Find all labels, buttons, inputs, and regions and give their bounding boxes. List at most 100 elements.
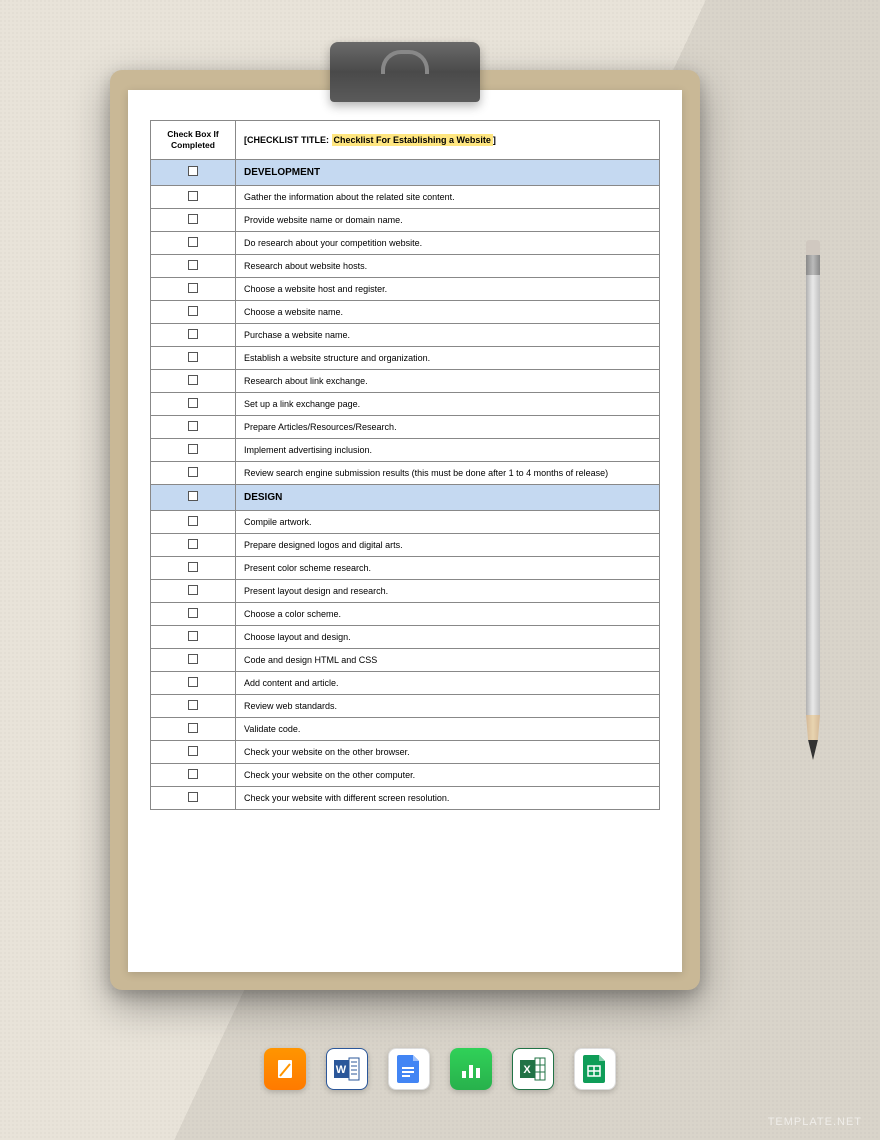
checkbox-cell (151, 232, 236, 255)
checkbox-icon[interactable] (188, 444, 198, 454)
item-text: Choose a website name. (236, 301, 660, 324)
checkbox-icon[interactable] (188, 746, 198, 756)
svg-text:X: X (523, 1064, 531, 1076)
checkbox-icon[interactable] (188, 352, 198, 362)
table-row: Gather the information about the related… (151, 186, 660, 209)
checkbox-cell (151, 255, 236, 278)
checkbox-icon[interactable] (188, 539, 198, 549)
checkbox-cell (151, 324, 236, 347)
item-text: Research about link exchange. (236, 370, 660, 393)
item-text: Review search engine submission results … (236, 462, 660, 485)
google-docs-icon[interactable] (388, 1048, 430, 1090)
item-text: Review web standards. (236, 695, 660, 718)
checkbox-cell (151, 534, 236, 557)
word-icon[interactable]: W (326, 1048, 368, 1090)
table-row: Choose a website name. (151, 301, 660, 324)
table-row: Present layout design and research. (151, 580, 660, 603)
pages-icon[interactable] (264, 1048, 306, 1090)
checkbox-cell (151, 764, 236, 787)
table-header-row: Check Box If Completed[CHECKLIST TITLE: … (151, 121, 660, 160)
item-text: Present color scheme research. (236, 557, 660, 580)
checkbox-cell (151, 626, 236, 649)
google-sheets-icon[interactable] (574, 1048, 616, 1090)
checkbox-icon[interactable] (188, 329, 198, 339)
checkbox-icon[interactable] (188, 191, 198, 201)
section-checkbox-cell (151, 485, 236, 511)
checkbox-icon[interactable] (188, 283, 198, 293)
checkbox-icon[interactable] (188, 237, 198, 247)
checkbox-icon[interactable] (188, 769, 198, 779)
checkbox-cell (151, 278, 236, 301)
checkbox-cell (151, 301, 236, 324)
checkbox-icon[interactable] (188, 585, 198, 595)
excel-icon[interactable]: X (512, 1048, 554, 1090)
item-text: Provide website name or domain name. (236, 209, 660, 232)
section-name: DEVELOPMENT (236, 160, 660, 186)
table-row: Provide website name or domain name. (151, 209, 660, 232)
clipboard: Check Box If Completed[CHECKLIST TITLE: … (110, 70, 700, 990)
table-row: Validate code. (151, 718, 660, 741)
checkbox-cell (151, 347, 236, 370)
table-row: Review web standards. (151, 695, 660, 718)
checkbox-icon[interactable] (188, 516, 198, 526)
item-text: Set up a link exchange page. (236, 393, 660, 416)
checkbox-cell (151, 603, 236, 626)
table-row: Establish a website structure and organi… (151, 347, 660, 370)
table-row: Purchase a website name. (151, 324, 660, 347)
checkbox-cell (151, 416, 236, 439)
table-row: Choose a color scheme. (151, 603, 660, 626)
checkbox-icon[interactable] (188, 306, 198, 316)
checkbox-icon[interactable] (188, 677, 198, 687)
checkbox-cell (151, 511, 236, 534)
checkbox-icon[interactable] (188, 792, 198, 802)
checklist-title: [CHECKLIST TITLE: Checklist For Establis… (236, 121, 660, 160)
checkbox-cell (151, 393, 236, 416)
checkbox-icon[interactable] (188, 260, 198, 270)
checkbox-icon[interactable] (188, 166, 198, 176)
checkbox-cell (151, 741, 236, 764)
table-row: Research about website hosts. (151, 255, 660, 278)
item-text: Check your website on the other computer… (236, 764, 660, 787)
checkbox-icon[interactable] (188, 723, 198, 733)
checkbox-icon[interactable] (188, 375, 198, 385)
watermark: TEMPLATE.NET (768, 1116, 862, 1128)
checkbox-cell (151, 695, 236, 718)
table-row: Choose layout and design. (151, 626, 660, 649)
checkbox-icon[interactable] (188, 631, 198, 641)
checkbox-cell (151, 718, 236, 741)
section-header-row: DESIGN (151, 485, 660, 511)
table-row: Research about link exchange. (151, 370, 660, 393)
checklist-table: Check Box If Completed[CHECKLIST TITLE: … (150, 120, 660, 810)
item-text: Prepare designed logos and digital arts. (236, 534, 660, 557)
item-text: Validate code. (236, 718, 660, 741)
checkbox-cell (151, 580, 236, 603)
table-row: Check your website with different screen… (151, 787, 660, 810)
item-text: Establish a website structure and organi… (236, 347, 660, 370)
check-column-header: Check Box If Completed (151, 121, 236, 160)
checkbox-icon[interactable] (188, 467, 198, 477)
item-text: Purchase a website name. (236, 324, 660, 347)
checkbox-cell (151, 462, 236, 485)
item-text: Compile artwork. (236, 511, 660, 534)
checkbox-icon[interactable] (188, 608, 198, 618)
checkbox-icon[interactable] (188, 654, 198, 664)
item-text: Add content and article. (236, 672, 660, 695)
numbers-icon[interactable] (450, 1048, 492, 1090)
table-row: Implement advertising inclusion. (151, 439, 660, 462)
checkbox-cell (151, 787, 236, 810)
table-row: Code and design HTML and CSS (151, 649, 660, 672)
table-row: Prepare designed logos and digital arts. (151, 534, 660, 557)
checkbox-icon[interactable] (188, 562, 198, 572)
item-text: Choose layout and design. (236, 626, 660, 649)
item-text: Prepare Articles/Resources/Research. (236, 416, 660, 439)
checkbox-cell (151, 649, 236, 672)
item-text: Research about website hosts. (236, 255, 660, 278)
checkbox-icon[interactable] (188, 421, 198, 431)
table-row: Present color scheme research. (151, 557, 660, 580)
pencil-ferrule (806, 255, 820, 275)
checkbox-icon[interactable] (188, 214, 198, 224)
checkbox-icon[interactable] (188, 491, 198, 501)
checkbox-icon[interactable] (188, 398, 198, 408)
pencil (806, 240, 820, 760)
checkbox-icon[interactable] (188, 700, 198, 710)
